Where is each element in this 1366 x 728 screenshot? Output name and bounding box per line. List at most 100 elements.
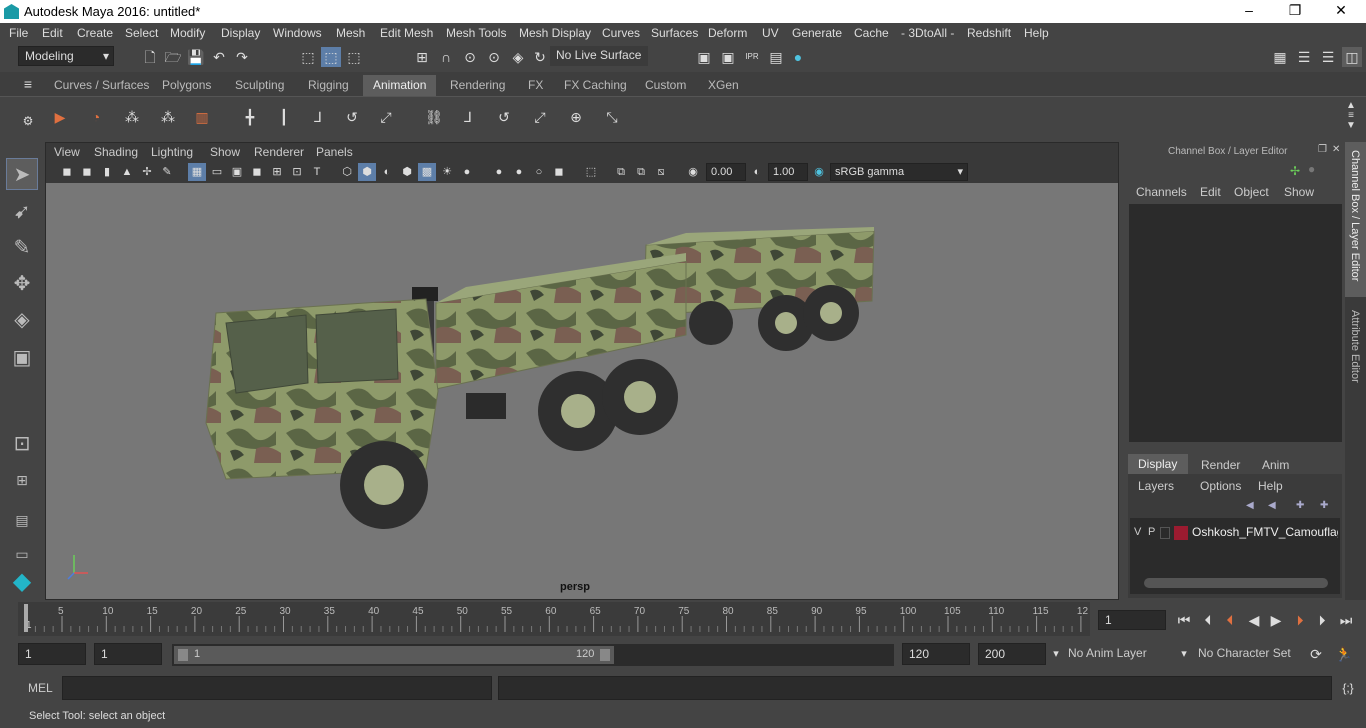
set-key-scale-icon[interactable]: ⤢ [376,107,396,127]
isolate-select-icon[interactable]: ◼ [550,163,568,181]
rotate-tool-icon[interactable]: ◈ [6,304,38,336]
tab-fx-caching[interactable]: FX Caching [554,75,637,96]
viewport-menu-lighting[interactable]: Lighting [151,145,193,159]
grid-icon[interactable]: ▦ [188,163,206,181]
side-tab-attribute-editor[interactable]: Attribute Editor [1345,302,1366,402]
character-set-dropdown[interactable]: No Character Set [1198,646,1291,660]
constraint-scale-icon[interactable]: ⤢ [530,107,550,127]
layer-visibility-toggle[interactable]: V [1134,526,1141,538]
menu-file[interactable]: File [9,26,28,40]
menu-windows[interactable]: Windows [273,26,322,40]
bone-tool-icon[interactable]: ┃ [274,107,294,127]
playback-end-field[interactable]: 120 [902,643,970,665]
menu-cache[interactable]: Cache [854,26,889,40]
time-slider[interactable]: 5 10 15 20 25 30 35 40 45 50 55 60 65 70 75 80 85 90 95 100… [0,602,1366,638]
menu-display[interactable]: Display [221,26,260,40]
minimize-icon[interactable]: – [1238,2,1260,20]
play-backwards-icon[interactable]: ◀ [1244,610,1264,630]
outliner-layout-icon[interactable]: ▤ [6,504,38,536]
menu-select[interactable]: Select [125,26,158,40]
shelf-scroll-icon[interactable]: ▲ ≡ ▼ [1341,101,1361,135]
snap-surface-icon[interactable]: ◈ [508,47,528,67]
resolution-gate-icon[interactable]: ▣ [228,163,246,181]
layer-menu-options[interactable]: Options [1200,479,1241,493]
playback-start-field[interactable]: 1 [94,643,162,665]
close-panel-icon[interactable]: ✕ [1332,144,1340,155]
channel-box-toggle-icon[interactable]: ◫ [1342,47,1362,67]
menu-uv[interactable]: UV [762,26,779,40]
range-end-grip[interactable] [600,649,610,661]
constraint-orient-icon[interactable]: ↺ [494,107,514,127]
redo-icon[interactable]: ↷ [232,47,252,67]
wireframe-icon[interactable]: ⬡ [338,163,356,181]
move-layer-up-icon[interactable]: ◀ [1246,500,1254,511]
exposure-field[interactable]: 0.00 [706,163,746,181]
tab-curves-surfaces[interactable]: Curves / Surfaces [44,75,159,96]
live-surface-field[interactable]: No Live Surface [550,46,648,66]
chevron-down-icon[interactable]: ▾ [1174,644,1194,664]
close-icon[interactable]: ✕ [1330,2,1352,20]
go-to-end-icon[interactable]: ⏭ [1336,610,1356,630]
four-view-layout-icon[interactable]: ⊞ [6,464,38,496]
tab-fx[interactable]: FX [518,75,553,96]
layer-color-swatch[interactable] [1174,526,1188,540]
layer-menu-help[interactable]: Help [1258,479,1283,493]
command-input[interactable] [62,676,492,700]
cb-menu-show[interactable]: Show [1284,185,1314,199]
gamma-field[interactable]: 1.00 [768,163,808,181]
cb-menu-object[interactable]: Object [1234,185,1269,199]
xray-joints-icon[interactable]: ⧉ [612,163,630,181]
menu-3dtoall[interactable]: - 3DtoAll - [901,26,954,40]
color-space-dropdown[interactable]: sRGB gamma ▾ [830,163,968,181]
key-attribute-icon[interactable]: ⁂ [158,107,178,127]
side-tab-channel-box[interactable]: Channel Box / Layer Editor [1345,142,1366,297]
new-layer-icon[interactable]: ✚ [1296,500,1304,511]
step-back-key-icon[interactable]: ⏴ [1220,610,1240,630]
safe-action-icon[interactable]: ⊡ [288,163,306,181]
layer-tab-render[interactable]: Render [1190,454,1250,475]
lock-icon[interactable]: ● [1308,162,1315,176]
chevron-down-icon[interactable]: ▾ [1046,644,1066,664]
render-settings-icon[interactable]: ▤ [766,47,786,67]
menu-edit-mesh[interactable]: Edit Mesh [380,26,433,40]
color-management-icon[interactable]: ◉ [810,163,828,181]
layer-tab-anim[interactable]: Anim [1252,454,1302,475]
film-gate-icon[interactable]: ▭ [208,163,226,181]
layer-reference-toggle[interactable] [1160,527,1170,539]
bookmark-icon[interactable]: ▮ [98,163,116,181]
scale-tool-icon[interactable]: ▣ [6,342,38,374]
grease-pencil-icon[interactable]: ✎ [158,163,176,181]
layer-row[interactable]: V P Oshkosh_FMTV_Camouflage [1130,524,1340,542]
current-frame-field[interactable]: 1 [1098,610,1166,630]
viewport-menu-shading[interactable]: Shading [94,145,138,159]
move-layer-down-icon[interactable]: ◀ [1268,500,1276,511]
tab-custom[interactable]: Custom [635,75,696,96]
menu-modify[interactable]: Modify [170,26,205,40]
wireframe-on-shaded-icon[interactable]: ◐ [378,163,396,181]
camera-attributes-icon[interactable]: ◼ [78,163,96,181]
current-time-marker[interactable] [24,604,28,632]
play-forwards-icon[interactable]: ▶ [1266,610,1286,630]
preferences-icon[interactable]: 🏃 [1334,644,1354,664]
end-time-field[interactable]: 200 [978,643,1046,665]
open-scene-icon[interactable]: 🗁 [163,47,183,67]
channel-list[interactable] [1129,204,1342,442]
exposure-icon[interactable]: ◉ [684,163,702,181]
hypershade-icon[interactable]: ● [788,47,808,67]
textured-icon[interactable]: ⬢ [398,163,416,181]
multisample-aa-icon[interactable]: ● [510,163,528,181]
gamma-icon[interactable]: ◐ [748,163,766,181]
snap-live-icon[interactable]: ↻ [530,47,550,67]
tool-settings-toggle-icon[interactable]: ☰ [1318,47,1338,67]
layer-menu-layers[interactable]: Layers [1138,479,1174,493]
move-tool-icon[interactable]: ✥ [6,268,38,300]
motion-trail-icon[interactable]: ▥ [192,107,212,127]
float-panel-icon[interactable]: ❐ [1318,144,1327,155]
menu-create[interactable]: Create [77,26,113,40]
step-forward-icon[interactable]: ⏵ [1312,610,1332,630]
range-track[interactable]: 1 120 [172,644,894,666]
save-scene-icon[interactable]: 💾 [186,47,206,67]
set-key-icon[interactable]: ⅃ [308,107,328,127]
use-all-lights-icon[interactable]: ▩ [418,163,436,181]
backface-culling-icon[interactable]: ⧅ [652,163,670,181]
